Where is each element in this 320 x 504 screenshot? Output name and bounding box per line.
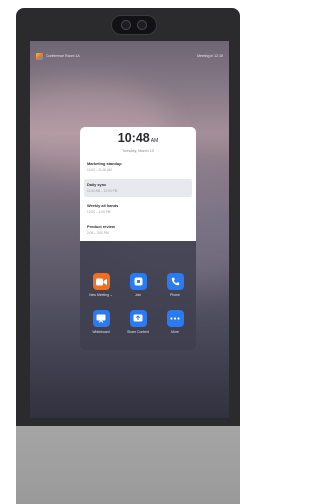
- phone-label: Phone: [170, 293, 180, 297]
- calendar-event[interactable]: Product review 2:00 – 3:00 PM: [84, 221, 192, 239]
- event-time: 2:00 – 3:00 PM: [87, 231, 109, 235]
- camera-icon: [111, 15, 157, 35]
- phone-button[interactable]: Phone: [158, 273, 192, 297]
- calendar-event[interactable]: Weekly all hands 12:00 – 1:00 PM: [84, 200, 192, 218]
- event-title: Product review: [87, 224, 115, 229]
- app-logo-icon: [36, 52, 43, 60]
- clock-date: Tuesday, March 10: [121, 149, 155, 153]
- phone-icon: [166, 273, 184, 290]
- share-content-button[interactable]: Share Content: [121, 310, 155, 334]
- action-grid: New Meeting ⌄ Join Phone Whiteboard Shar…: [80, 241, 196, 350]
- event-title: Weekly all hands: [87, 203, 119, 208]
- more-icon: [166, 310, 184, 327]
- calendar-card: 10:48AM Tuesday, March 10 Marketing stan…: [80, 127, 196, 241]
- device-bezel-bottom: [16, 418, 240, 426]
- clock: 10:48AM: [80, 132, 196, 148]
- next-meeting-status: Meeting in 12:15: [197, 54, 223, 58]
- event-title: Marketing standup: [87, 161, 122, 166]
- more-label: More: [171, 330, 179, 334]
- clock-time: 10:48: [117, 131, 150, 145]
- calendar-event[interactable]: Marketing standup 10:00 – 11:00 AM: [84, 158, 192, 176]
- status-bar: Conference Room 1A Meeting in 12:15: [36, 51, 223, 61]
- event-time: 10:00 – 11:00 AM: [87, 168, 112, 172]
- calendar-event[interactable]: Daily sync 11:00 AM – 12:00 PM: [84, 179, 192, 197]
- camera-lens: [121, 20, 131, 30]
- join-icon: [129, 273, 147, 290]
- join-label: Join: [134, 293, 142, 297]
- home-panel: 10:48AM Tuesday, March 10 Marketing stan…: [80, 127, 196, 350]
- join-button[interactable]: Join: [121, 273, 155, 297]
- new-meeting-label: New Meeting ⌄: [89, 293, 113, 297]
- video-camera-icon: [92, 273, 110, 290]
- whiteboard-label: Whiteboard: [92, 330, 110, 334]
- clock-ampm: AM: [150, 138, 159, 144]
- more-button[interactable]: More: [158, 310, 192, 334]
- share-content-label: Share Content: [127, 330, 149, 334]
- room-name: Conference Room 1A: [46, 54, 80, 58]
- camera-lens: [137, 20, 147, 30]
- device-speaker-base: [16, 426, 240, 504]
- event-time: 12:00 – 1:00 PM: [87, 210, 111, 214]
- screen: Conference Room 1A Meeting in 12:15 10:4…: [30, 41, 229, 426]
- new-meeting-button[interactable]: New Meeting ⌄: [84, 273, 118, 297]
- share-screen-icon: [129, 310, 147, 327]
- whiteboard-button[interactable]: Whiteboard: [84, 310, 118, 334]
- event-title: Daily sync: [87, 182, 107, 187]
- whiteboard-icon: [92, 310, 110, 327]
- event-time: 11:00 AM – 12:00 PM: [87, 189, 118, 193]
